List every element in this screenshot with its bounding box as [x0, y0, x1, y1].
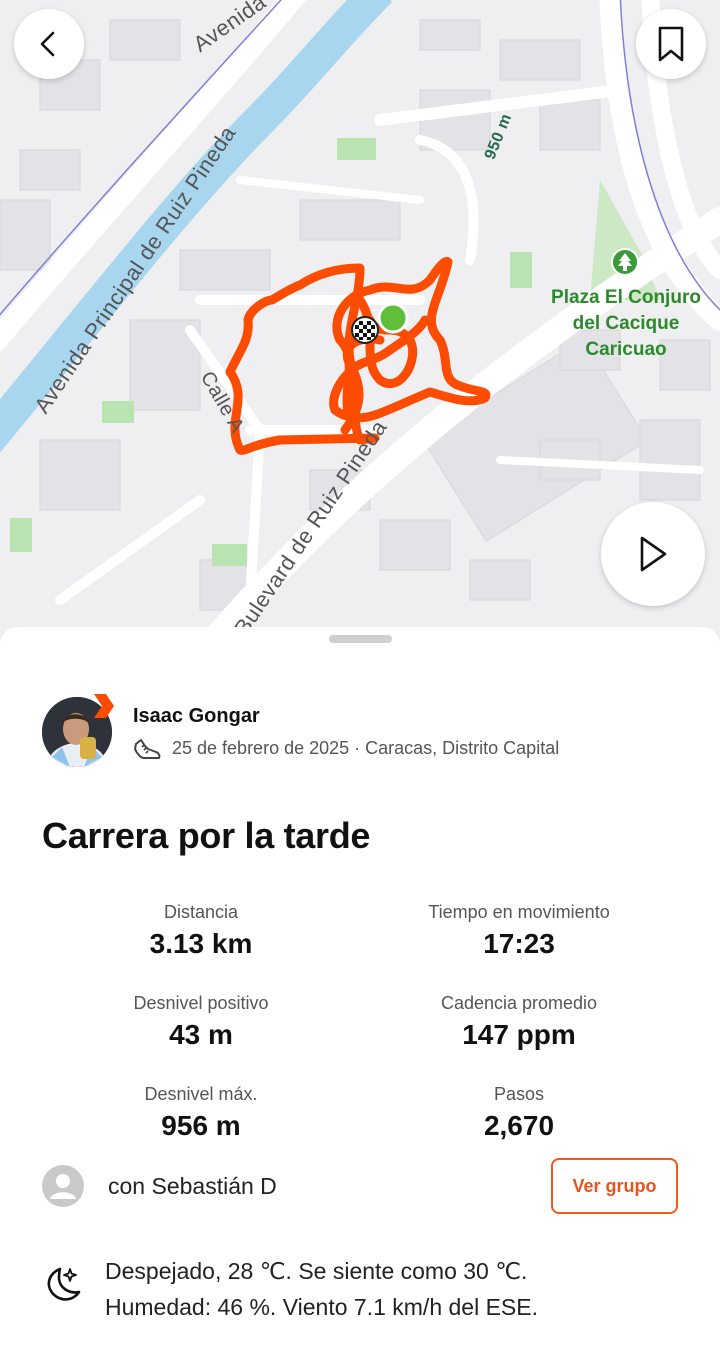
start-marker-icon — [377, 302, 409, 334]
activity-title: Carrera por la tarde — [42, 815, 371, 856]
moon-stars-icon — [47, 1267, 81, 1301]
stat-steps: Pasos 2,670 — [483, 1084, 555, 1141]
bookmark-button[interactable] — [636, 9, 706, 79]
stat-elevation-gain: Desnivel positivo 43 m — [133, 993, 269, 1050]
stat-distance: Distancia 3.13 km — [149, 902, 253, 959]
tree-icon — [611, 248, 639, 276]
bookmark-icon — [658, 26, 684, 62]
group-with-text[interactable]: con Sebastián D — [108, 1173, 277, 1200]
poi-label[interactable]: Plaza El Conjuro del Cacique Caricuao — [540, 285, 712, 363]
weather-summary: Despejado, 28 ℃. Se siente como 30 ℃. Hu… — [105, 1258, 538, 1320]
stat-cadence: Cadencia promedio 147 ppm — [440, 993, 598, 1050]
activity-date-location: 25 de febrero de 2025 · Caracas, Distrit… — [172, 738, 560, 758]
play-flyover-button[interactable] — [601, 502, 705, 606]
athlete-name[interactable]: Isaac Gongar — [133, 705, 260, 728]
group-row: con Sebastián D Ver grupo — [0, 1157, 720, 1217]
route-map[interactable]: Avenida Principal de Ruiz Pineda Bulevar… — [0, 0, 720, 660]
play-icon — [640, 536, 667, 572]
stat-max-elevation: Desnivel máx. 956 m — [144, 1084, 258, 1141]
running-shoe-icon — [134, 739, 161, 759]
chevron-left-icon — [40, 31, 55, 57]
back-button[interactable] — [14, 9, 84, 79]
checkered-flag-icon — [351, 316, 379, 344]
person-icon[interactable] — [42, 1165, 84, 1207]
sheet-grabber[interactable] — [329, 635, 392, 643]
stat-moving-time: Tiempo en movimiento 17:23 — [428, 902, 610, 959]
strava-badge-icon — [94, 694, 114, 718]
view-group-button[interactable]: Ver grupo — [551, 1158, 678, 1214]
activity-sheet: Isaac Gongar 25 de febrero de 2025 · Car… — [0, 627, 720, 1359]
